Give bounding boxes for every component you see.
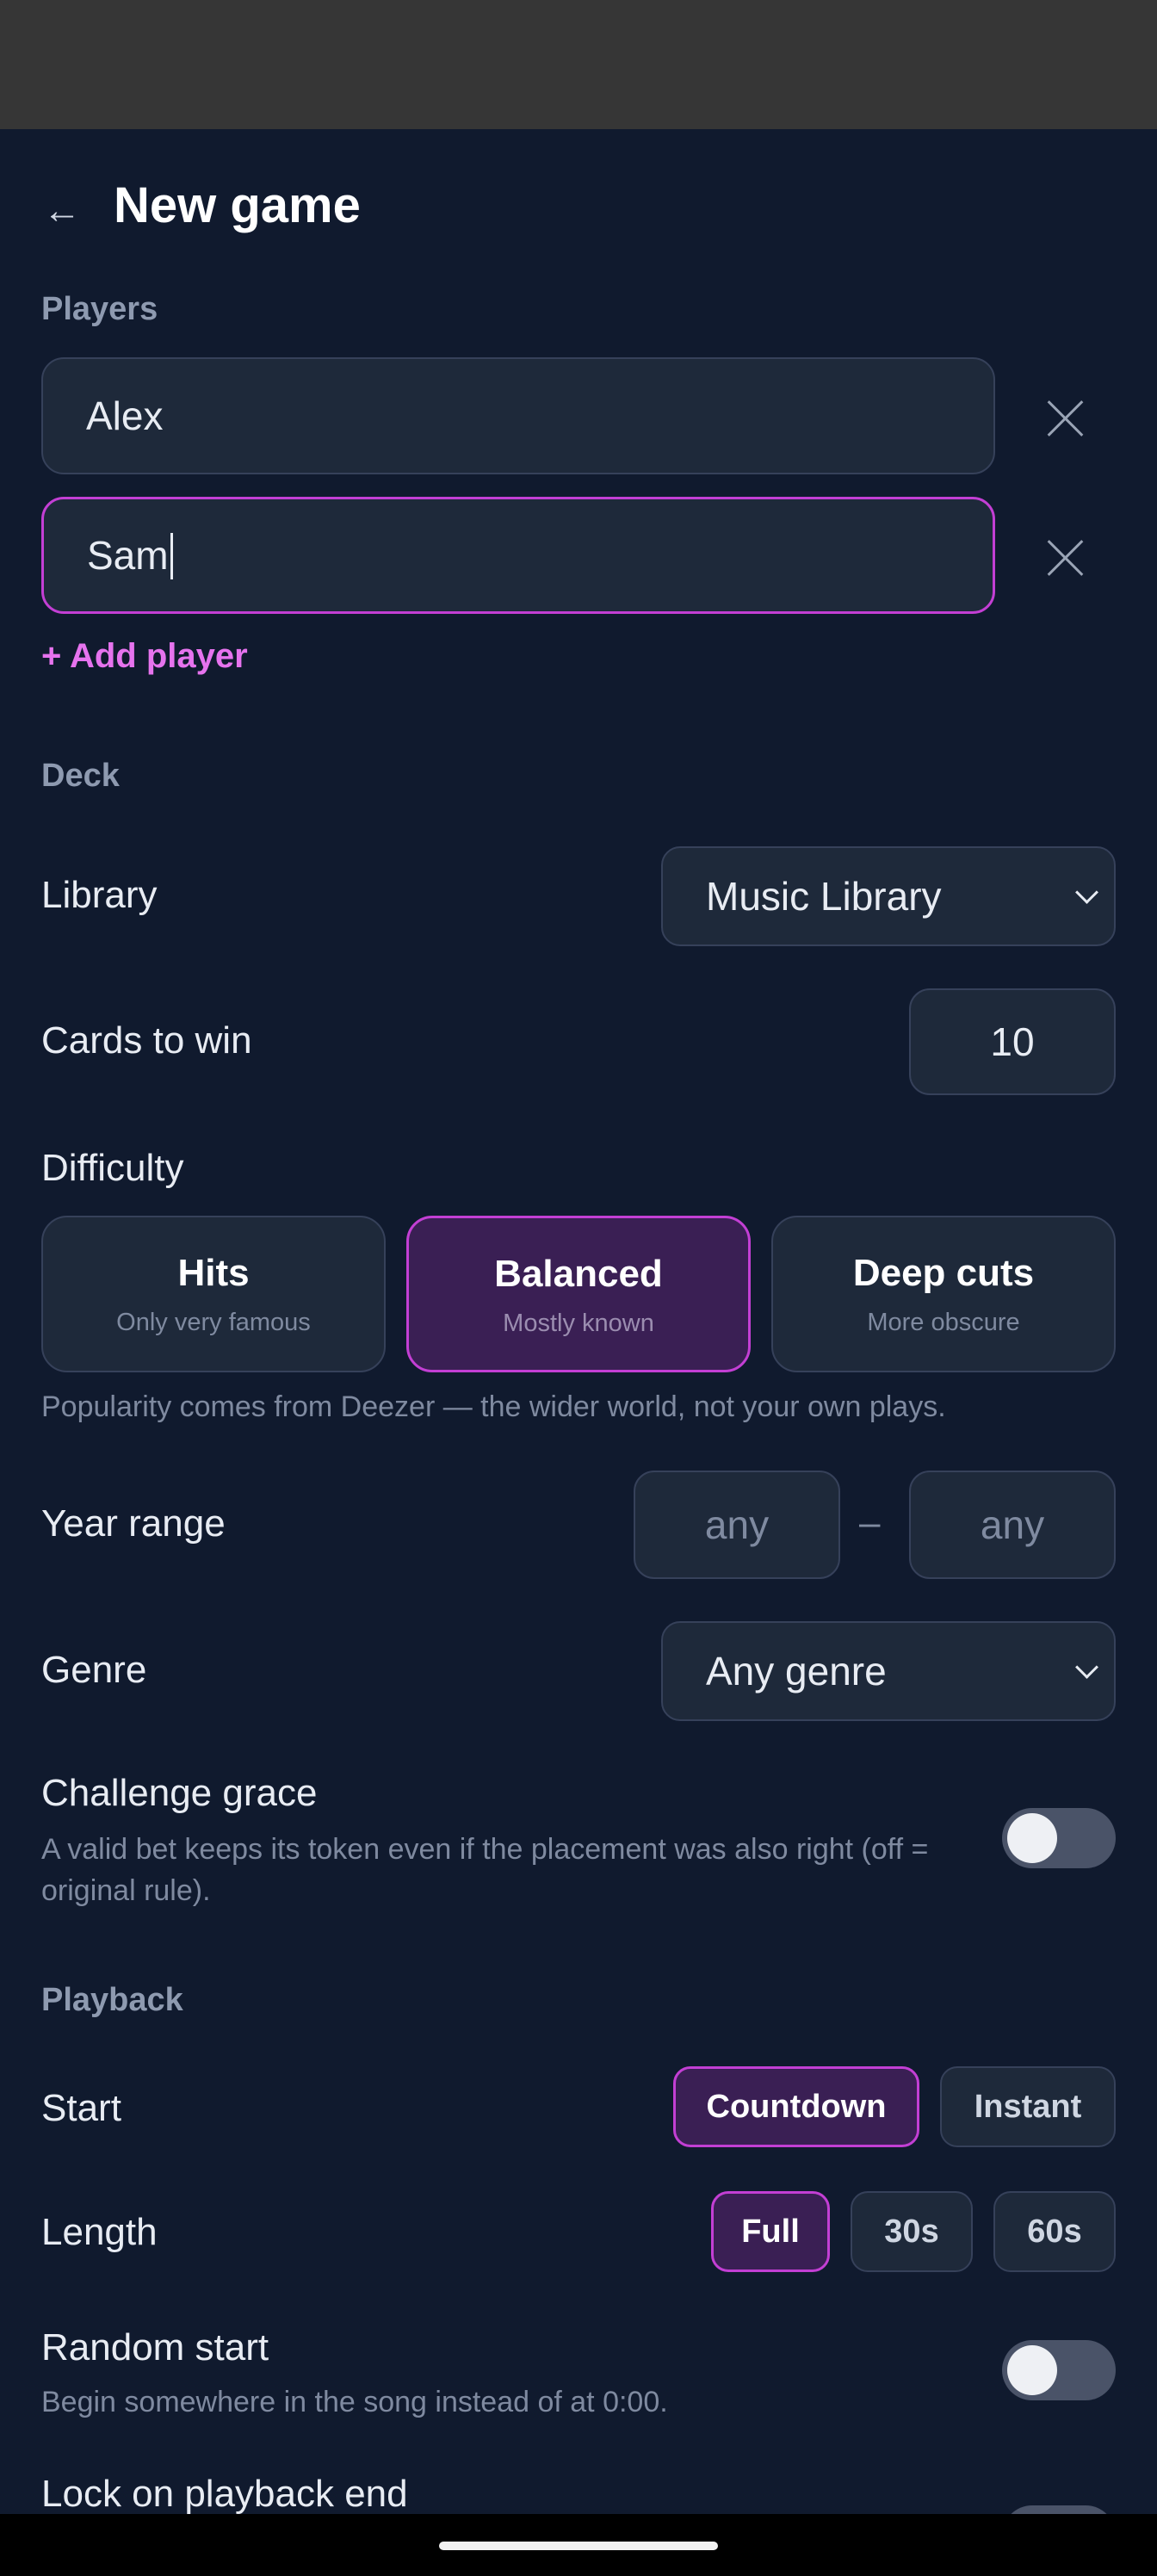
year-range-separator: – (859, 1502, 881, 1544)
random-start-label: Random start (41, 2326, 269, 2369)
library-value: Music Library (706, 874, 942, 919)
remove-player-icon[interactable] (1040, 532, 1092, 584)
difficulty-note: Popularity comes from Deezer — the wider… (41, 1390, 946, 1423)
player-name-text: Sam (87, 533, 169, 578)
section-players-label: Players (41, 291, 158, 327)
difficulty-option-balanced[interactable]: Balanced Mostly known (406, 1216, 751, 1372)
genre-label: Genre (41, 1649, 147, 1691)
player-name-field[interactable]: Sam (41, 497, 995, 614)
library-label: Library (41, 874, 158, 916)
length-option-30s[interactable]: 30s (851, 2191, 973, 2272)
player-name-field[interactable]: Alex (41, 357, 995, 474)
difficulty-option-subtitle: Only very famous (116, 1309, 311, 1336)
back-arrow-icon[interactable]: ← (41, 189, 83, 232)
length-option-60s[interactable]: 60s (993, 2191, 1116, 2272)
difficulty-option-title: Hits (177, 1252, 250, 1294)
lock-on-playback-end-label: Lock on playback end (41, 2473, 408, 2515)
challenge-grace-description: A valid bet keeps its token even if the … (41, 1833, 929, 1907)
difficulty-option-hits[interactable]: Hits Only very famous (41, 1216, 386, 1372)
library-select[interactable]: Music Library (661, 846, 1116, 946)
section-playback-label: Playback (41, 1982, 183, 2018)
difficulty-option-deep-cuts[interactable]: Deep cuts More obscure (771, 1216, 1116, 1372)
year-to-input[interactable]: any (909, 1471, 1116, 1579)
length-label: Length (41, 2211, 158, 2253)
text-caret (170, 532, 173, 579)
cards-to-win-label: Cards to win (41, 1019, 252, 1062)
section-deck-label: Deck (41, 758, 120, 794)
remove-player-icon[interactable] (1040, 393, 1092, 444)
challenge-grace-label: Challenge grace (41, 1772, 318, 1814)
genre-value: Any genre (706, 1649, 887, 1694)
chevron-down-icon (1075, 881, 1098, 904)
challenge-grace-toggle[interactable] (1002, 1808, 1116, 1868)
year-range-label: Year range (41, 1502, 226, 1545)
difficulty-option-title: Deep cuts (852, 1252, 1035, 1294)
difficulty-label: Difficulty (41, 1147, 184, 1189)
random-start-description: Begin somewhere in the song instead of a… (41, 2386, 668, 2418)
toggle-knob (1007, 1813, 1057, 1863)
difficulty-option-subtitle: Mostly known (503, 1310, 654, 1337)
start-label: Start (41, 2087, 121, 2129)
status-bar (0, 0, 1157, 129)
home-gesture-handle[interactable] (439, 2542, 718, 2550)
length-option-full[interactable]: Full (711, 2191, 830, 2272)
add-player-button[interactable]: + Add player (41, 637, 248, 676)
toggle-knob (1007, 2345, 1057, 2395)
start-option-countdown[interactable]: Countdown (673, 2066, 919, 2147)
start-option-instant[interactable]: Instant (940, 2066, 1116, 2147)
difficulty-option-title: Balanced (494, 1253, 663, 1295)
genre-select[interactable]: Any genre (661, 1621, 1116, 1721)
page-title: New game (114, 177, 361, 233)
chevron-down-icon (1075, 1656, 1098, 1679)
year-from-input[interactable]: any (634, 1471, 840, 1579)
random-start-toggle[interactable] (1002, 2340, 1116, 2400)
difficulty-option-subtitle: More obscure (867, 1309, 1020, 1336)
cards-to-win-input[interactable]: 10 (909, 988, 1116, 1095)
